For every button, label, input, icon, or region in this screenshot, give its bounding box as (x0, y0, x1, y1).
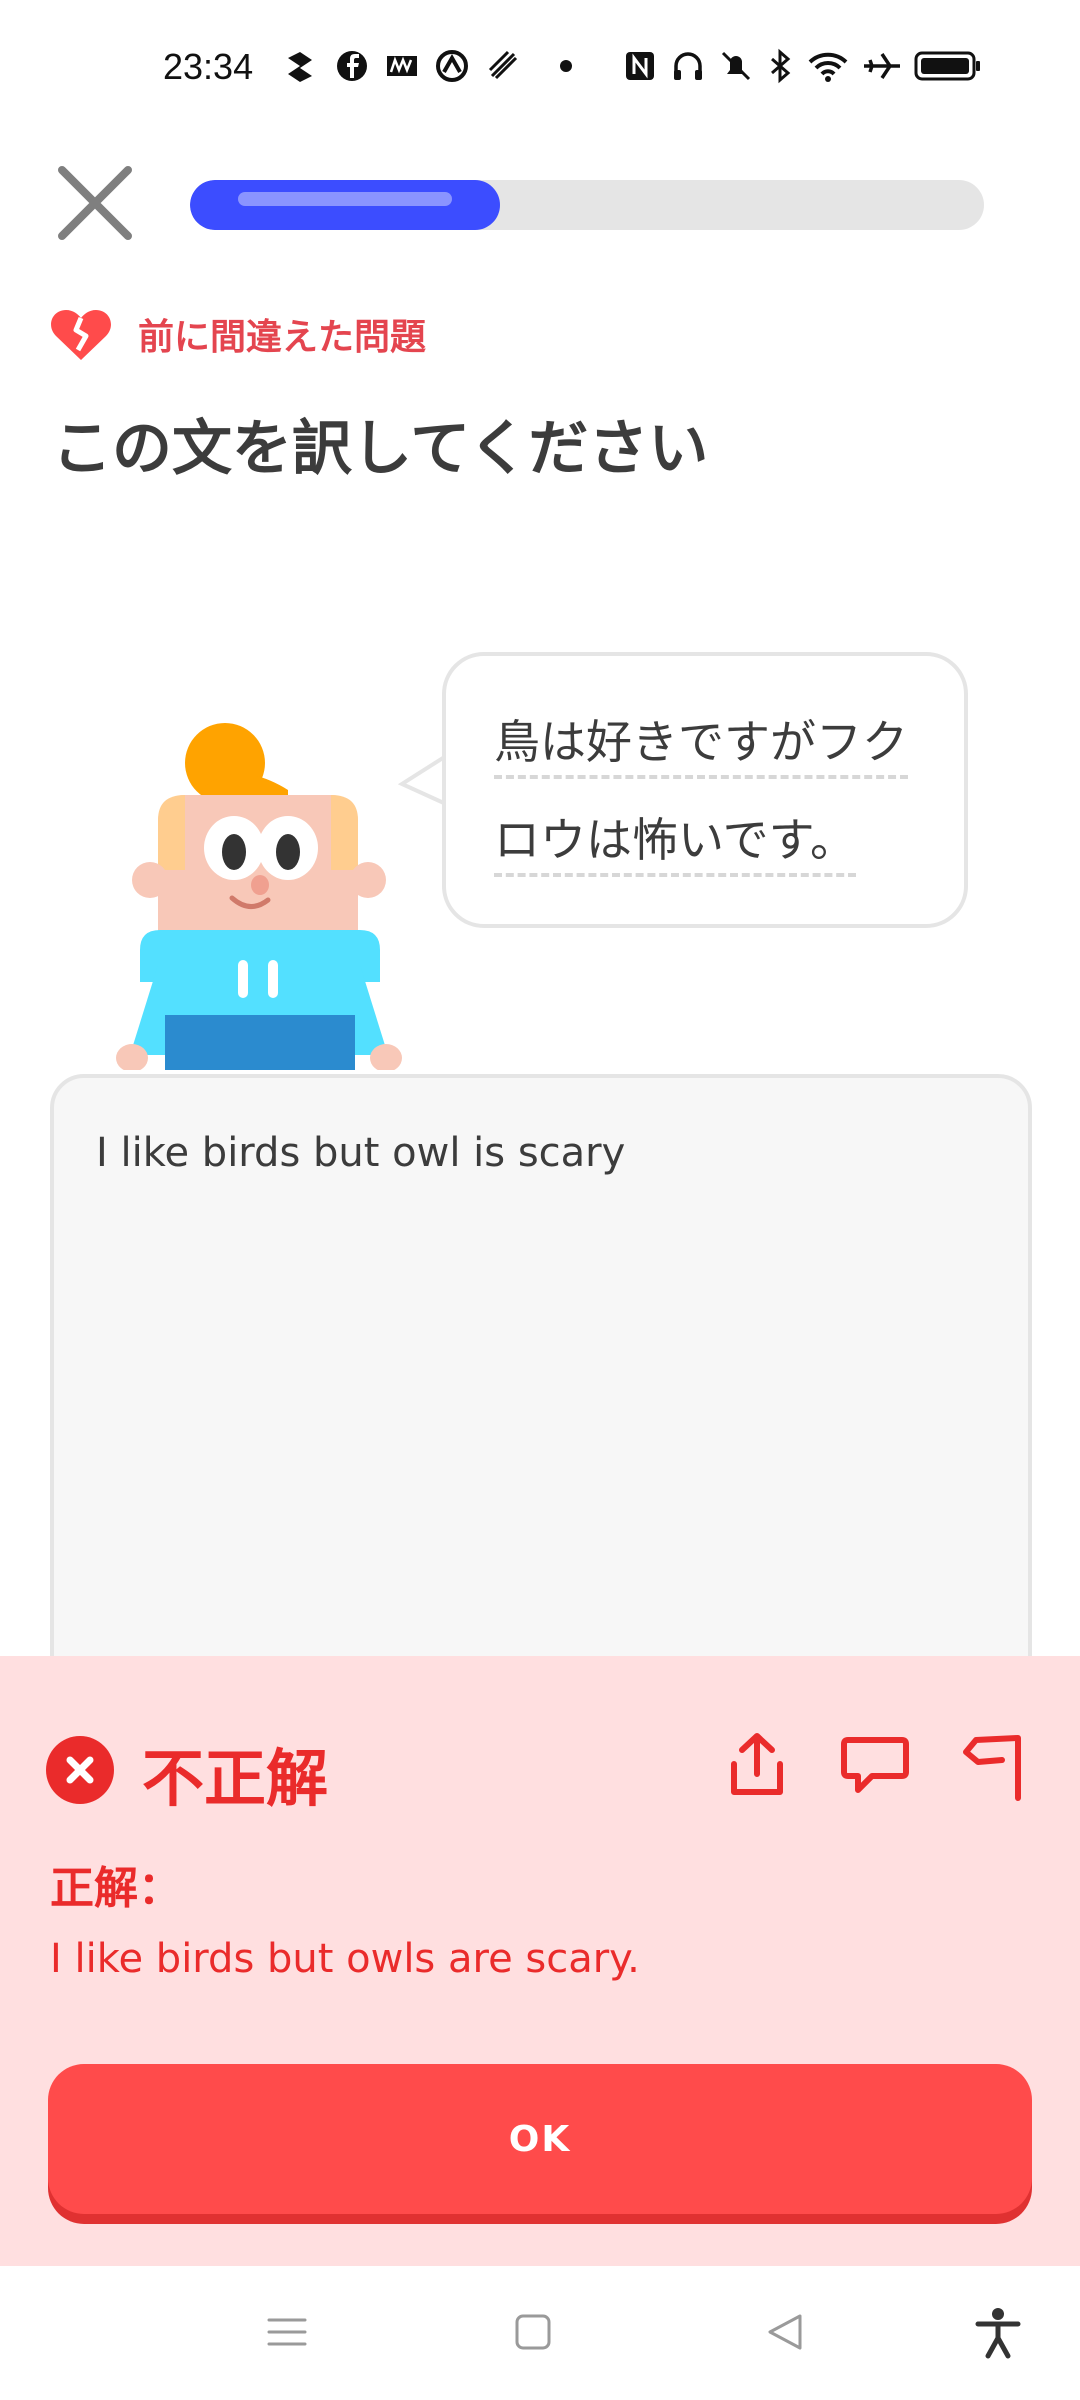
bluetooth-icon (771, 48, 791, 84)
menu-icon[interactable] (259, 2304, 315, 2360)
incorrect-icon (46, 1736, 114, 1804)
facebook-icon (337, 51, 367, 81)
wifi-icon (808, 52, 848, 82)
headphones-icon (674, 52, 702, 80)
app-icon (436, 50, 468, 82)
correct-answer-text: I like birds but owls are scary. (50, 1936, 640, 1982)
back-icon[interactable] (758, 2304, 814, 2360)
page-title: この文を訳してください (52, 414, 709, 484)
flag-icon[interactable] (958, 1728, 1032, 1802)
bubble-line-2[interactable]: ロウは怖いです。 (494, 804, 857, 877)
app-icon (488, 50, 518, 80)
previous-mistake-tag: 前に間違えた問題 (50, 304, 426, 364)
speech-bubble: 鳥は好きですがフク ロウは怖いです。 (442, 652, 968, 928)
airplane-icon (864, 53, 900, 79)
mistake-label: 前に間違えた問題 (138, 317, 427, 358)
battery-icon (914, 51, 980, 81)
home-icon[interactable] (505, 2304, 561, 2360)
broken-heart-icon (51, 310, 111, 360)
nfc-icon (626, 52, 654, 80)
progress-highlight (238, 192, 452, 206)
status-bar: 23:34 (0, 0, 1080, 140)
news-icon (387, 56, 417, 76)
app-icon (288, 52, 312, 82)
ok-button[interactable]: OK (48, 2064, 1032, 2214)
lesson-progress-bar (190, 180, 984, 230)
accessibility-icon[interactable] (970, 2304, 1026, 2360)
progress-fill (190, 180, 500, 230)
share-icon[interactable] (720, 1728, 794, 1802)
answer-text: I like birds but owl is scary (96, 1130, 626, 1176)
bubble-line-1[interactable]: 鳥は好きですがフク (494, 706, 908, 779)
mute-icon (721, 51, 751, 81)
dot-icon (560, 60, 572, 72)
status-time: 23:34 (163, 46, 254, 87)
character-illustration (116, 723, 402, 1070)
comment-icon[interactable] (838, 1728, 912, 1802)
close-button[interactable] (52, 160, 138, 246)
feedback-title: 不正解 (142, 1742, 329, 1815)
correct-answer-label: 正解： (50, 1863, 182, 1914)
